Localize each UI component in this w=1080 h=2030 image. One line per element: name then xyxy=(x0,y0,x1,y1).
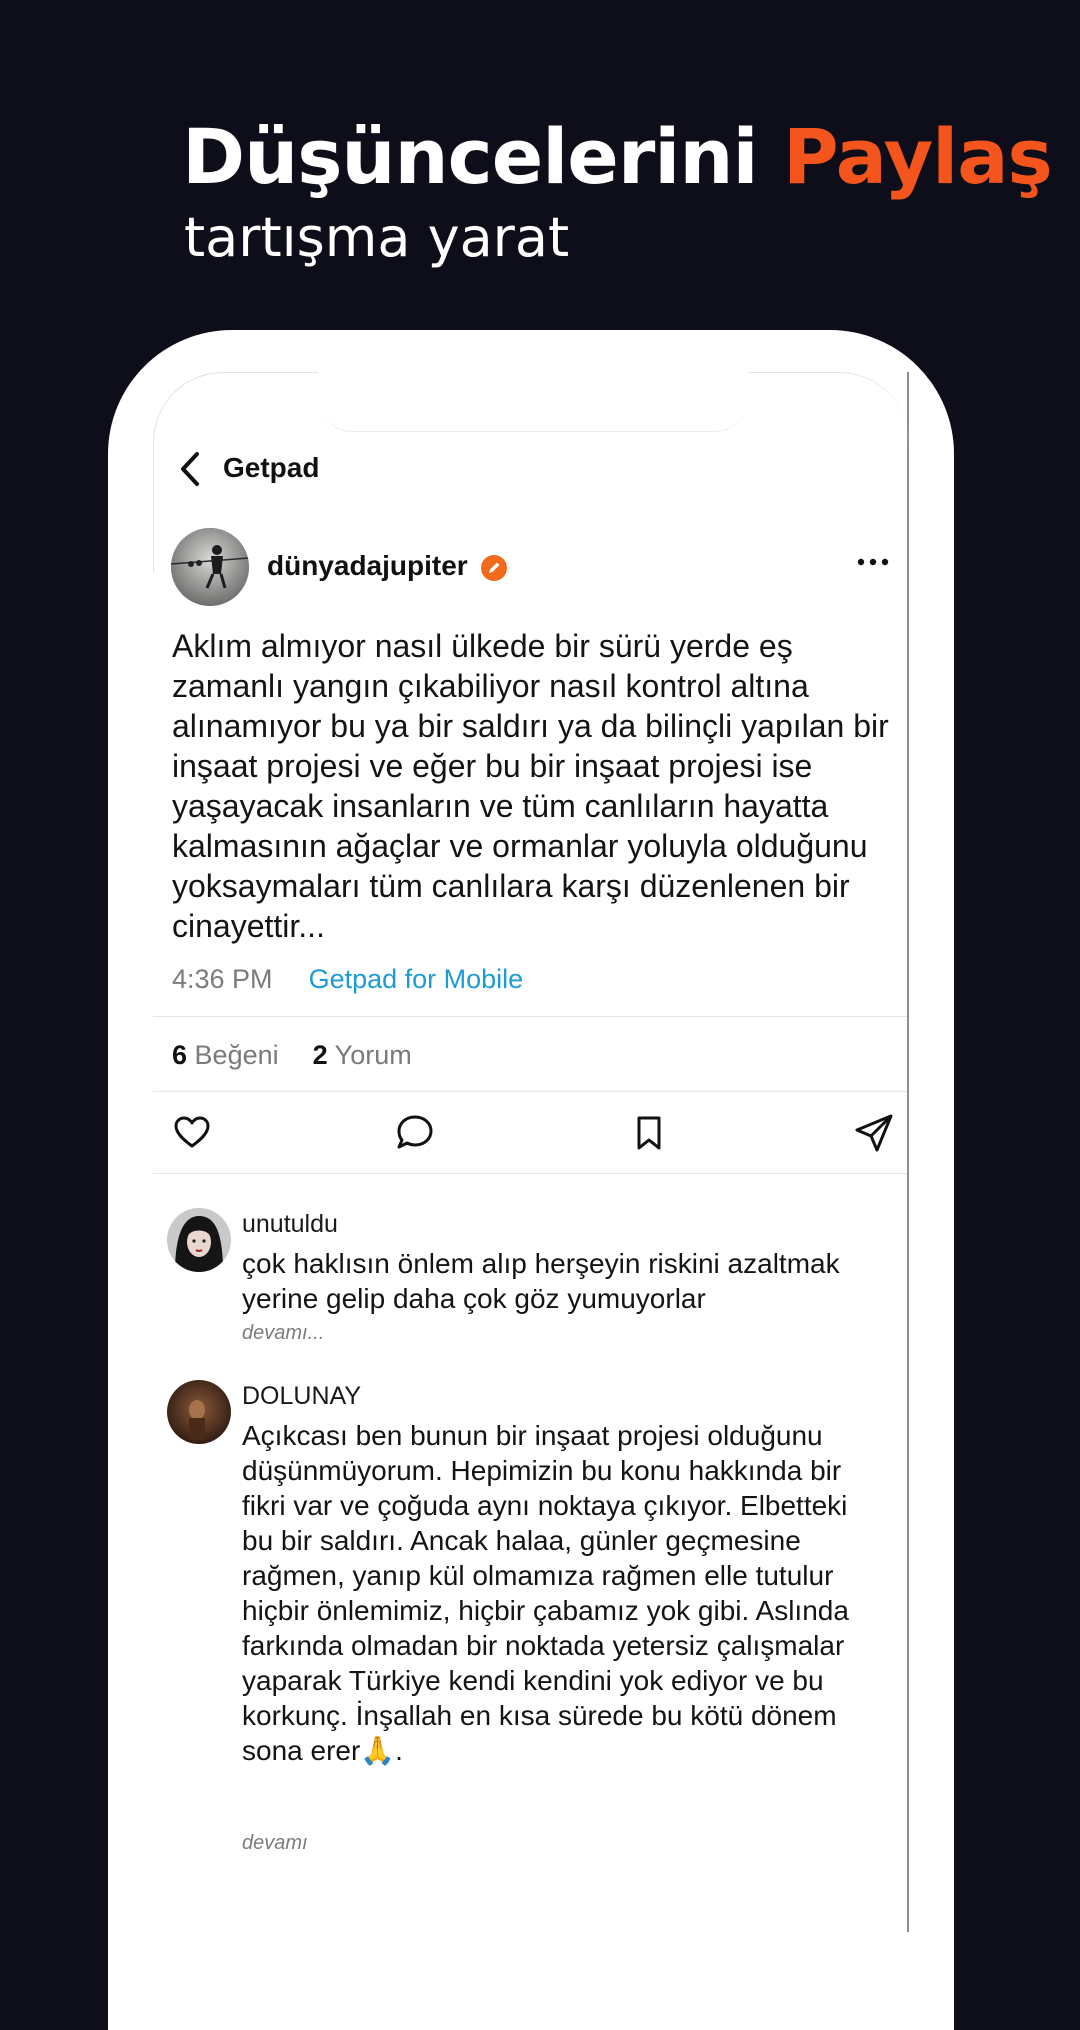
comment-read-more[interactable]: devamı... xyxy=(242,1322,324,1345)
phone-screen: Getpad dünyadajupiter Aklım almıyor nası… xyxy=(153,372,909,1932)
divider xyxy=(153,1173,907,1174)
comments-label[interactable]: Yorum xyxy=(335,1040,412,1070)
promo-background: Düşüncelerini Paylaş tartışma yarat Getp… xyxy=(0,0,1080,2030)
headline-accent: Paylaş xyxy=(783,112,1053,201)
comment-username[interactable]: DOLUNAY xyxy=(242,1382,361,1411)
likes-count[interactable]: 6 xyxy=(172,1040,187,1070)
post-stats: 6 Beğeni 2 Yorum xyxy=(172,1040,412,1071)
comment-avatar[interactable] xyxy=(167,1208,231,1272)
post-author-row: dünyadajupiter xyxy=(153,528,907,608)
send-icon[interactable] xyxy=(853,1112,895,1154)
author-avatar[interactable] xyxy=(171,528,249,606)
more-horizontal-icon[interactable] xyxy=(853,552,893,572)
divider xyxy=(153,1016,907,1017)
post-meta: 4:36 PM Getpad for Mobile xyxy=(172,964,523,995)
nav-bar: Getpad xyxy=(153,442,907,502)
speech-bubble-icon[interactable] xyxy=(394,1112,436,1154)
chevron-left-icon[interactable] xyxy=(175,448,205,490)
avatar-image xyxy=(171,528,249,606)
avatar-image xyxy=(167,1208,231,1272)
bookmark-icon[interactable] xyxy=(628,1112,670,1154)
post-time: 4:36 PM xyxy=(172,964,273,994)
post-source-link[interactable]: Getpad for Mobile xyxy=(309,964,524,994)
comment-item: unutuldu çok haklısın önlem alıp herşeyi… xyxy=(153,1208,907,1358)
divider xyxy=(153,1091,907,1092)
comments-count[interactable]: 2 xyxy=(313,1040,328,1070)
likes-label[interactable]: Beğeni xyxy=(195,1040,279,1070)
post-actions xyxy=(153,1112,907,1182)
comment-username[interactable]: unutuldu xyxy=(242,1210,338,1239)
avatar-image xyxy=(167,1380,231,1444)
comment-text: Açıkcası ben bunun bir inşaat projesi ol… xyxy=(242,1420,849,1766)
subheadline: tartışma yarat xyxy=(184,206,570,269)
post-text: Aklım almıyor nasıl ülkede bir sürü yerd… xyxy=(172,628,889,944)
comment-read-more[interactable]: devamı xyxy=(242,1832,308,1855)
headline-main: Düşüncelerini xyxy=(182,112,759,201)
pencil-badge-icon xyxy=(481,555,507,581)
phone-notch xyxy=(318,372,748,432)
comment-avatar[interactable] xyxy=(167,1380,231,1444)
heart-icon[interactable] xyxy=(171,1112,213,1154)
comment-item: DOLUNAY Açıkcası ben bunun bir inşaat pr… xyxy=(153,1380,907,1880)
author-name[interactable]: dünyadajupiter xyxy=(267,550,468,582)
comment-text: çok haklısın önlem alıp herşeyin riskini… xyxy=(242,1248,840,1314)
headline: Düşüncelerini Paylaş xyxy=(182,112,1053,202)
nav-title: Getpad xyxy=(223,452,320,483)
